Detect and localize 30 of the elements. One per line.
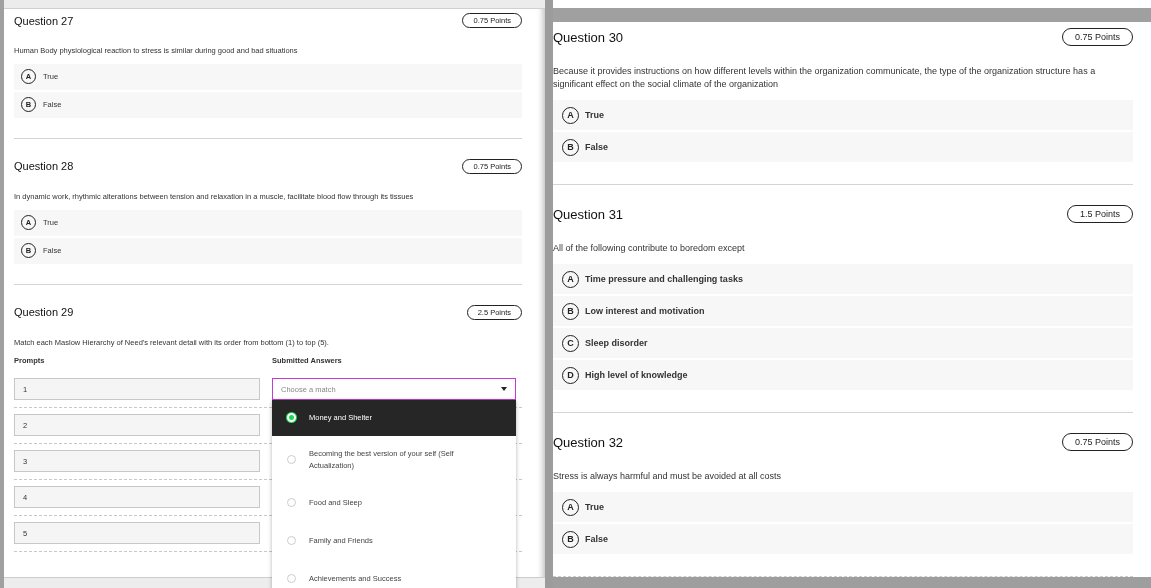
question-title: Question 32 <box>553 434 624 450</box>
option-label: High level of knowledge <box>585 370 688 381</box>
question-text: Stress is always harmful and must be avoided at all costs <box>553 470 783 484</box>
answer-option[interactable]: C Sleep disorder <box>553 328 1133 359</box>
option-label: False <box>585 534 608 545</box>
option-label: True <box>585 110 604 121</box>
answer-option[interactable]: B Low interest and motivation <box>553 296 1133 327</box>
answer-option[interactable]: B False <box>553 132 1133 163</box>
answer-option[interactable]: A Time pressure and challenging tasks <box>553 264 1133 295</box>
option-label: Low interest and motivation <box>585 306 705 317</box>
option-label: Sleep disorder <box>585 338 648 349</box>
radio-button[interactable] <box>287 574 296 584</box>
question-title: Question 28 <box>14 160 74 173</box>
answer-option[interactable]: D High level of knowledge <box>553 360 1133 391</box>
question-title: Question 30 <box>553 29 624 45</box>
question-text: All of the following contribute to boredom except <box>553 242 746 256</box>
option-label: True <box>585 502 604 513</box>
option-label: False <box>585 142 608 153</box>
answer-option[interactable]: B False <box>553 524 1133 555</box>
question-text: Because it provides instructions on how different levels within the organization communicate, the type of the organization structure has a significant effect on the social climate of the organization <box>553 65 1097 92</box>
caret-icon <box>501 387 507 392</box>
question-title: Question 29 <box>14 306 74 319</box>
radio-button[interactable] <box>287 536 296 546</box>
option-label: Time pressure and challenging tasks <box>585 274 743 285</box>
radio-button[interactable] <box>287 455 296 465</box>
question-title: Question 31 <box>553 206 624 222</box>
answer-option[interactable]: A True <box>553 100 1133 131</box>
answer-option[interactable]: A True <box>553 492 1133 523</box>
radio-button[interactable] <box>287 498 296 508</box>
question-title: Question 27 <box>14 14 74 27</box>
